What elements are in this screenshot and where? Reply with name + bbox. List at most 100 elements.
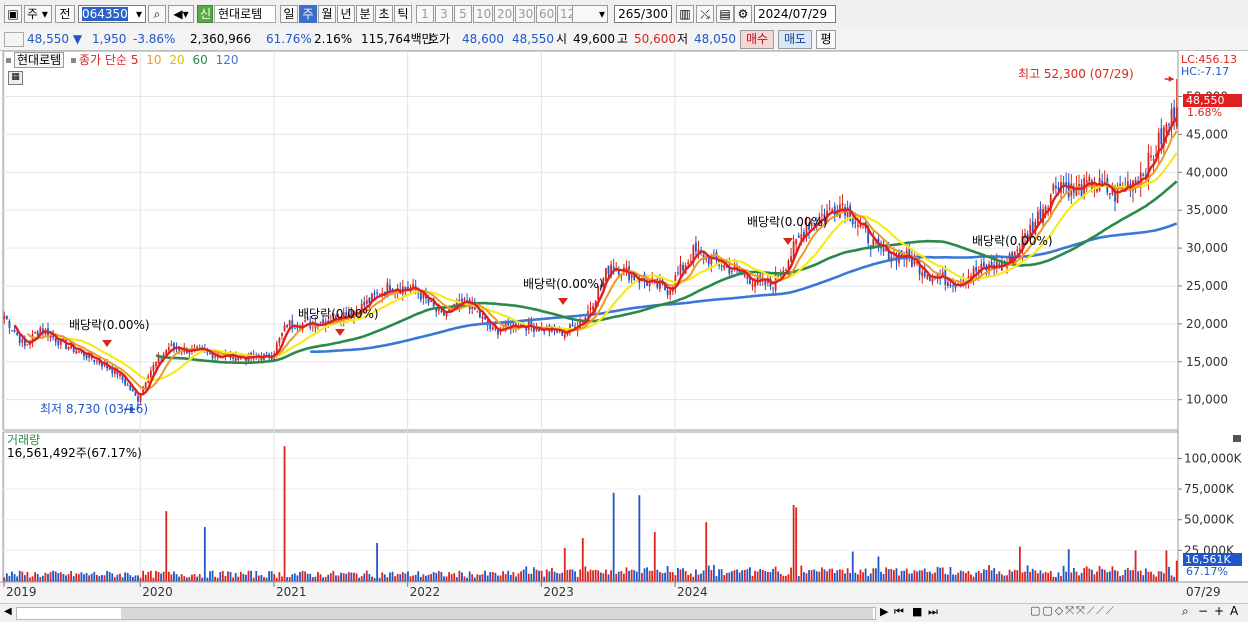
volume-bar [939, 567, 942, 581]
candle-body [265, 352, 268, 354]
volume-bar [401, 572, 404, 581]
period-button-2[interactable]: 월 [318, 5, 336, 23]
volume-bar [1018, 546, 1021, 581]
volume-bar [62, 573, 65, 581]
volume-bar [227, 571, 229, 581]
draw-tool-icon[interactable]: ⤯ [696, 5, 714, 23]
volume-bar [1144, 568, 1147, 581]
search-icon[interactable]: ⌕ [148, 5, 166, 23]
tool-icons[interactable]: ▢▢◇⤧⤧⟋⟋⟋ [1030, 604, 1116, 618]
volume-bar [728, 572, 731, 581]
speaker-icon[interactable]: ◀▾ [168, 5, 194, 23]
minus-icon[interactable]: − [1198, 604, 1208, 618]
period-button-5[interactable]: 초 [375, 5, 393, 23]
interval-button-5[interactable]: 30 [515, 5, 535, 23]
prev-button[interactable]: 전 [55, 5, 75, 23]
volume-bar [72, 576, 75, 581]
legend-ma-10: 10 [146, 53, 162, 67]
period-button-3[interactable]: 년 [337, 5, 355, 23]
chart-scrollbar[interactable]: ◀ ▶ ⏮ ■ ⏭ ▢▢◇⤧⤧⟋⟋⟋ ⌕ − + A [0, 603, 1248, 622]
zoom-out-icon[interactable]: ⌕ [1182, 604, 1189, 619]
volume-bar [715, 576, 718, 581]
interval-button-1[interactable]: 3 [435, 5, 453, 23]
volume-bar [3, 577, 6, 581]
volume-bar [126, 572, 129, 581]
volume-bar [131, 576, 134, 581]
scroll-thumb[interactable] [121, 608, 873, 619]
count-input[interactable]: 265/300 [614, 5, 672, 23]
rewind-icon[interactable]: ⏮ [894, 605, 904, 619]
volume-bar [1139, 570, 1142, 581]
volume-bar [805, 573, 808, 581]
candle-body [497, 330, 499, 335]
volume-bar [823, 569, 826, 581]
eval-button[interactable]: 평 [816, 30, 836, 49]
volume-bar [610, 570, 612, 581]
calendar-icon[interactable]: ▦ [821, 22, 832, 23]
volume-bar [245, 574, 247, 581]
forward-icon[interactable]: ⏭ [928, 605, 938, 619]
code-input[interactable]: 064350 ▾ [78, 5, 146, 23]
auto-scale-icon[interactable]: A [1230, 604, 1238, 618]
volume-bar [1083, 568, 1086, 581]
date-input[interactable]: 2024/07/29▦ [754, 5, 836, 23]
volume-bar [18, 570, 21, 581]
scroll-left-icon[interactable]: ◀ [4, 606, 12, 617]
volume-bar [389, 572, 391, 581]
chart-area[interactable]: 10,000 15,000 20,000 25,000 30,000 35,000 40,0… [0, 51, 1248, 603]
interval-button-4[interactable]: 20 [494, 5, 514, 23]
volume-bar [538, 570, 540, 581]
plus-icon[interactable]: + [1214, 604, 1224, 618]
period-button-4[interactable]: 분 [356, 5, 374, 23]
volume-bar [36, 574, 39, 581]
chart-menu-icon[interactable]: ▣ [4, 5, 22, 23]
candle-body [946, 281, 949, 286]
volume-bar [162, 571, 165, 581]
chart-canvas[interactable]: 10,000 15,000 20,000 25,000 30,000 35,000 40,0… [0, 51, 1248, 603]
volume-bar [304, 571, 307, 581]
price-change-pct: -3.86% [133, 32, 176, 46]
quote-menu-icon[interactable] [4, 32, 24, 47]
volume-bar [77, 574, 80, 581]
volume-bar [1116, 571, 1119, 581]
toolbar: ▣ 주 ▾ 전 064350 ▾ ⌕ ◀▾ 신 현대로템 일주월년분초틱 1351… [0, 0, 1248, 30]
table-toggle-icon[interactable]: ▦ [8, 71, 23, 85]
volume-bar [31, 576, 34, 581]
volume-bar [484, 570, 486, 581]
candle-body [137, 395, 139, 402]
period-button-0[interactable]: 일 [280, 5, 298, 23]
scroll-right-icon[interactable]: ▶ [880, 605, 888, 618]
interval-button-3[interactable]: 10 [473, 5, 493, 23]
scroll-track[interactable] [16, 607, 876, 620]
volume-bar [257, 575, 260, 581]
interval-button-2[interactable]: 5 [454, 5, 472, 23]
high-annotation: 최고 52,300 (07/29) [1018, 67, 1134, 81]
volume-bar [355, 573, 358, 581]
buy-button[interactable]: 매수 [740, 30, 774, 49]
volume-bar [170, 574, 173, 581]
interval-button-0[interactable]: 1 [416, 5, 434, 23]
save-icon[interactable]: ▤ [716, 5, 734, 23]
volume-bar [954, 574, 957, 581]
volume-bar [828, 568, 831, 581]
stop-icon[interactable]: ■ [912, 605, 922, 618]
volume-bar [291, 574, 294, 581]
settings-icon[interactable]: ⚙ [734, 5, 752, 23]
period-button-1[interactable]: 주 [299, 5, 317, 23]
price-change: 1,950 [92, 32, 127, 46]
period-button-6[interactable]: 틱 [394, 5, 412, 23]
volume-bar [795, 507, 798, 581]
market-select[interactable]: 주 ▾ [24, 5, 52, 23]
volume-bar [404, 573, 407, 581]
candle-body [1052, 184, 1055, 191]
volume-bar [347, 572, 350, 581]
sell-button[interactable]: 매도 [778, 30, 812, 49]
custom-interval-select[interactable]: ▾ [572, 5, 608, 23]
volume-bar [224, 576, 227, 581]
volume-bar [11, 571, 13, 581]
candle-body [687, 262, 690, 265]
volume-bar [13, 574, 16, 581]
candle-type-icon[interactable]: ▥ [676, 5, 694, 23]
interval-button-6[interactable]: 60 [536, 5, 556, 23]
y-tick-label: 40,000 [1186, 165, 1228, 179]
